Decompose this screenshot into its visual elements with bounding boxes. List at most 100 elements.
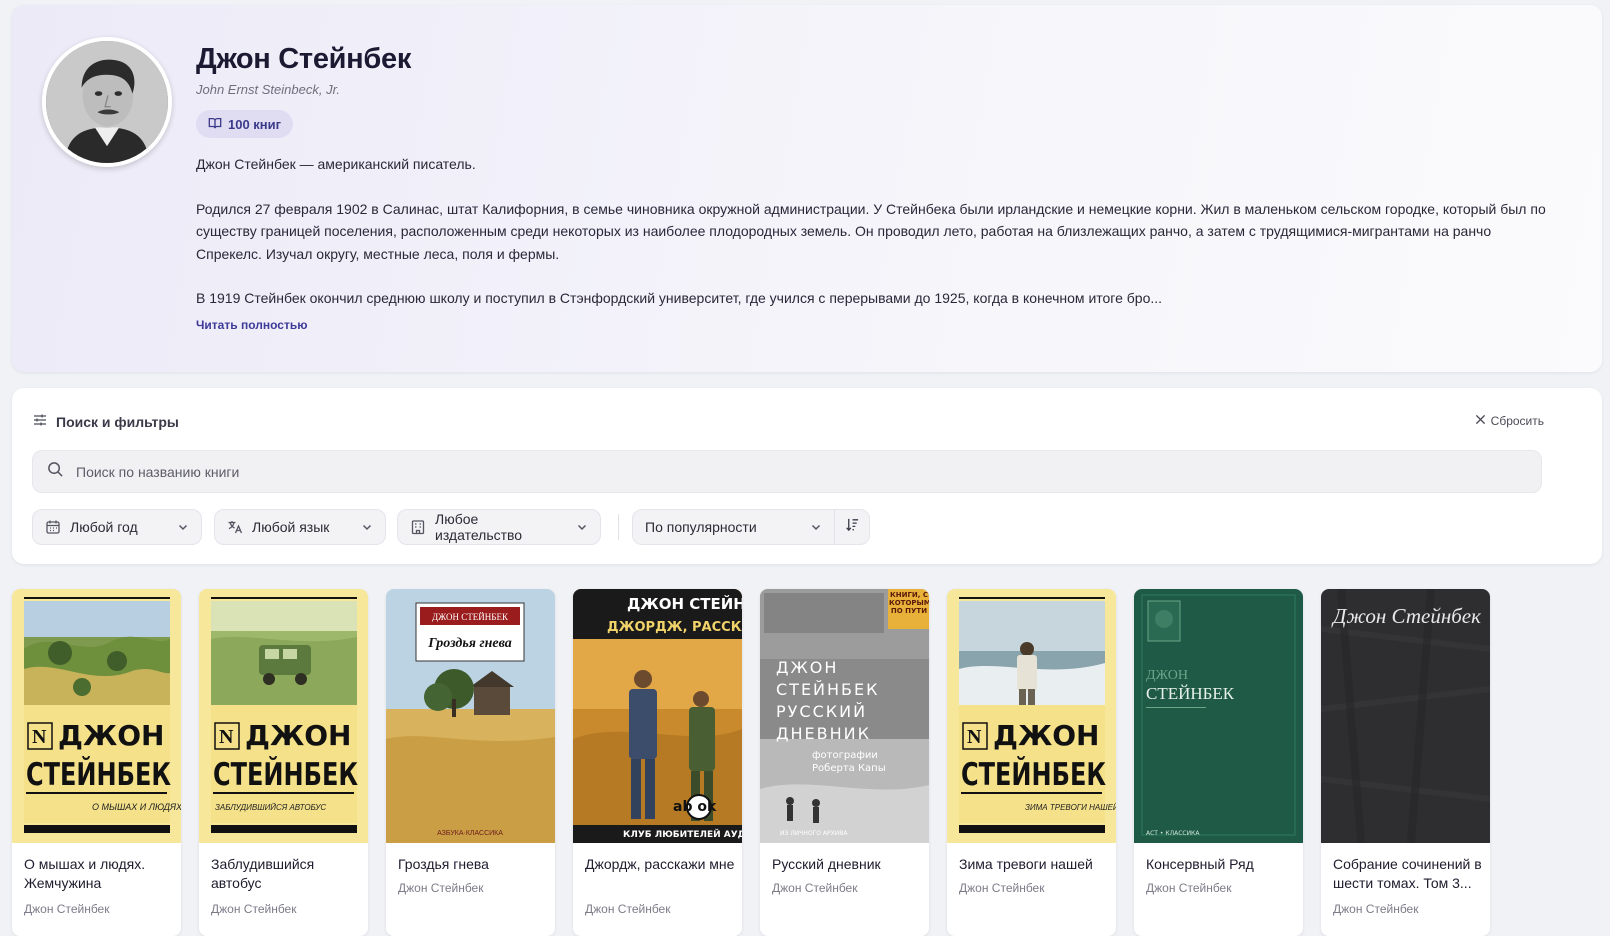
book-cover: N ДЖОН СТЕЙНБЕК ЗИМА ТРЕВОГИ НАШЕЙ	[947, 589, 1116, 843]
sort-control: По популярности	[632, 509, 870, 545]
close-icon	[1475, 414, 1486, 428]
year-select-value: Любой год	[70, 519, 138, 535]
filters-panel: Поиск и фильтры Сбросить Любой год Любой…	[12, 388, 1602, 564]
book-card[interactable]: N ДЖОН СТЕЙНБЕК О МЫШАХ И ЛЮДЯХ О мышах …	[12, 589, 181, 936]
chevron-down-icon	[810, 521, 822, 533]
book-author: Джон Стейнбек	[211, 902, 297, 916]
book-cover: N ДЖОН СТЕЙНБЕК ЗАБЛУДИВШИЙСЯ АВТОБУС	[199, 589, 368, 843]
cover-line: СТЕЙНБЕК	[961, 757, 1106, 793]
book-author: Джон Стейнбек	[24, 902, 110, 916]
author-bio: Джон Стейнбек — американский писатель. Р…	[196, 153, 1556, 332]
cover-photos: фотографии Роберта Капы	[812, 750, 886, 774]
book-title: Консервный Ряд	[1146, 856, 1254, 872]
book-card[interactable]: ДЖОН СТЕЙНБЕК Гроздья гнева АЗБУКА·КЛАСС…	[386, 589, 555, 936]
cover-signature: Джон Стейнбек	[1331, 604, 1481, 628]
publisher-select-value: Любое издательство	[435, 511, 523, 543]
book-cover: N ДЖОН СТЕЙНБЕК О МЫШАХ И ЛЮДЯХ	[12, 589, 181, 843]
filters-title: Поиск и фильтры	[56, 413, 179, 430]
year-select[interactable]: Любой год	[32, 509, 202, 545]
cover-publisher-mark: N	[219, 726, 234, 748]
cover-line: РУССКИЙ	[776, 702, 867, 721]
book-author: Джон Стейнбек	[585, 902, 671, 916]
book-title: Собрание сочинений в шести томах. Том 3.…	[1333, 856, 1482, 891]
cover-subtitle: ЗАБЛУДИВШИЙСЯ АВТОБУС	[215, 803, 326, 812]
publisher-select[interactable]: Любое издательство	[397, 509, 601, 545]
author-card: Джон Стейнбек John Ernst Steinbeck, Jr. …	[12, 5, 1602, 372]
cover-subtitle: О МЫШАХ И ЛЮДЯХ	[92, 802, 181, 812]
cover-series: АСТ • КЛАССИКА	[1146, 830, 1200, 837]
search-icon	[47, 461, 64, 483]
cover-logo: ab ok	[673, 799, 717, 815]
book-cover: ДЖОН СТЕЙН ДЖОРДЖ, РАССКАЖ ab ok КЛУБ ЛЮ…	[573, 589, 742, 843]
reset-label: Сбросить	[1490, 414, 1544, 428]
book-title: Зима тревоги нашей	[959, 856, 1093, 872]
book-cover: ДЖОН СТЕЙНБЕК АСТ • КЛАССИКА	[1134, 589, 1303, 843]
search-input[interactable]	[76, 463, 1541, 480]
language-select-value: Любой язык	[252, 519, 330, 535]
cover-publisher-mark: N	[967, 726, 982, 748]
book-title: Джордж, расскажи мне	[585, 856, 735, 872]
cover-subtitle: ЗИМА ТРЕВОГИ НАШЕЙ	[1025, 803, 1116, 812]
book-author: Джон Стейнбек	[398, 881, 484, 895]
book-card[interactable]: ДЖОН СТЕЙНБЕК АСТ • КЛАССИКА Консервный …	[1134, 589, 1303, 936]
book-search-field[interactable]	[32, 450, 1542, 493]
cover-author: ДЖОН СТЕЙН	[627, 594, 742, 613]
book-open-icon	[208, 116, 222, 133]
cover-line: ДЖОН	[993, 719, 1099, 752]
chevron-down-icon	[361, 521, 373, 533]
book-title: Гроздья гнева	[398, 856, 489, 872]
book-card[interactable]: N ДЖОН СТЕЙНБЕК ЗАБЛУДИВШИЙСЯ АВТОБУС За…	[199, 589, 368, 936]
cover-title: Гроздья гнева	[427, 636, 512, 651]
building-icon	[410, 519, 426, 535]
books-count-label: 100 книг	[228, 116, 282, 132]
cover-archive: ИЗ ЛИЧНОГО АРХИВА	[780, 830, 848, 837]
book-card[interactable]: КНИГИ, С КОТОРЫМИ ПО ПУТИ ДЖОН СТЕЙНБЕК …	[760, 589, 929, 936]
sort-descending-icon	[845, 517, 860, 537]
cover-line: СТЕЙНБЕК	[213, 757, 358, 793]
author-original-name: John Ernst Steinbeck, Jr.	[196, 82, 341, 97]
chevron-down-icon	[177, 521, 189, 533]
author-photo	[42, 37, 172, 167]
language-select[interactable]: Любой язык	[214, 509, 386, 545]
cover-line: СТЕЙНБЕК	[1146, 684, 1235, 703]
cover-line: ДЖОН	[776, 658, 838, 677]
bio-paragraph: В 1919 Стейнбек окончил среднюю школу и …	[196, 290, 1163, 306]
cover-publisher-mark: N	[32, 726, 47, 748]
cover-line: ДЖОН	[58, 719, 164, 752]
cover-line: ДЖОН	[245, 719, 351, 752]
author-name: Джон Стейнбек	[196, 43, 412, 75]
cover-line: ДЖОН	[1146, 668, 1188, 683]
cover-line: ДНЕВНИК	[776, 724, 871, 743]
calendar-icon	[45, 519, 61, 535]
cover-line: СТЕЙНБЕК	[26, 757, 171, 793]
book-author: Джон Стейнбек	[959, 881, 1045, 895]
read-more-link[interactable]: Читать полностью	[196, 318, 307, 332]
book-card[interactable]: N ДЖОН СТЕЙНБЕК ЗИМА ТРЕВОГИ НАШЕЙ Зима …	[947, 589, 1116, 936]
book-title: О мышах и людях. Жемчужина	[24, 856, 146, 891]
book-author: Джон Стейнбек	[772, 881, 858, 895]
cover-badge: КНИГИ, С КОТОРЫМИ ПО ПУТИ	[889, 591, 929, 615]
cover-title: ДЖОРДЖ, РАССКАЖ	[607, 620, 742, 635]
cover-club: КЛУБ ЛЮБИТЕЛЕЙ АУД	[623, 828, 742, 840]
bio-paragraph: Джон Стейнбек — американский писатель.	[196, 156, 476, 172]
book-cover: КНИГИ, С КОТОРЫМИ ПО ПУТИ ДЖОН СТЕЙНБЕК …	[760, 589, 929, 843]
book-title: Русский дневник	[772, 856, 881, 872]
book-cover: ДЖОН СТЕЙНБЕК Гроздья гнева АЗБУКА·КЛАСС…	[386, 589, 555, 843]
cover-series: АЗБУКА·КЛАССИКА	[437, 830, 503, 837]
book-card[interactable]: ДЖОН СТЕЙН ДЖОРДЖ, РАССКАЖ ab ok КЛУБ ЛЮ…	[573, 589, 742, 936]
book-card[interactable]: Джон Стейнбек Собрание сочинений в шести…	[1321, 589, 1490, 936]
sort-direction-button[interactable]	[834, 510, 869, 544]
filters-divider	[618, 514, 619, 540]
book-author: Джон Стейнбек	[1146, 881, 1232, 895]
book-cover: Джон Стейнбек	[1321, 589, 1490, 843]
sort-select[interactable]: По популярности	[633, 510, 834, 544]
sliders-icon	[32, 412, 48, 431]
translate-icon	[227, 519, 243, 535]
bio-paragraph: Родился 27 февраля 1902 в Салинас, штат …	[196, 200, 1546, 262]
books-count-badge[interactable]: 100 книг	[196, 110, 294, 138]
filters-header: Поиск и фильтры	[32, 412, 179, 431]
sort-select-value: По популярности	[645, 519, 757, 535]
book-author: Джон Стейнбек	[1333, 902, 1419, 916]
cover-line: СТЕЙНБЕК	[776, 680, 880, 699]
reset-filters-button[interactable]: Сбросить	[1475, 414, 1544, 428]
